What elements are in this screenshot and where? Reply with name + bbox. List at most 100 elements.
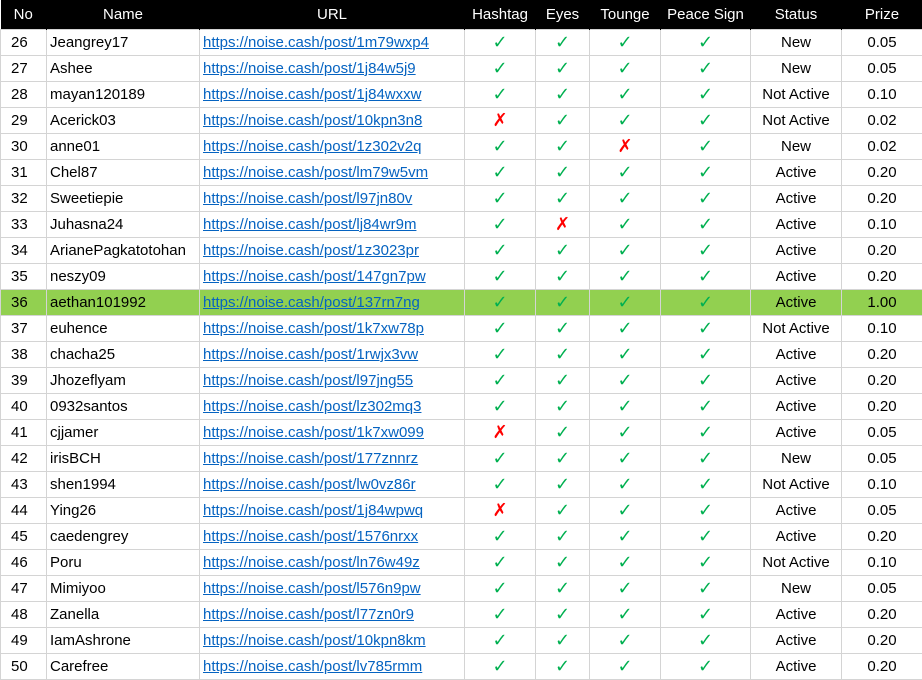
- cell-prize: 0.02: [842, 134, 922, 160]
- cell-hashtag: ✓: [465, 212, 536, 238]
- post-link[interactable]: https://noise.cash/post/1j84wxxw: [203, 86, 421, 103]
- cell-tounge: ✓: [590, 82, 661, 108]
- table-row: 30anne01https://noise.cash/post/1z302v2q…: [1, 134, 922, 160]
- cell-prize: 0.10: [842, 472, 922, 498]
- cell-peace-sign: ✓: [661, 446, 751, 472]
- cell-tounge: ✓: [590, 238, 661, 264]
- check-icon: ✓: [492, 552, 507, 572]
- post-link[interactable]: https://noise.cash/post/147gn7pw: [203, 268, 426, 285]
- post-link[interactable]: https://noise.cash/post/lm79w5vm: [203, 164, 428, 181]
- check-icon: ✓: [555, 630, 570, 650]
- cell-eyes: ✓: [536, 394, 590, 420]
- cell-no: 30: [1, 134, 47, 160]
- cell-status: Active: [751, 654, 842, 680]
- cell-tounge: ✓: [590, 264, 661, 290]
- cell-no: 44: [1, 498, 47, 524]
- header-peace-sign: Peace Sign: [661, 0, 751, 30]
- cell-hashtag: ✓: [465, 524, 536, 550]
- post-link[interactable]: https://noise.cash/post/1j84wpwq: [203, 502, 423, 519]
- check-icon: ✓: [555, 474, 570, 494]
- post-link[interactable]: https://noise.cash/post/lz302mq3: [203, 398, 421, 415]
- cell-url: https://noise.cash/post/1m79wxp4: [200, 30, 465, 56]
- table-row: 37euhencehttps://noise.cash/post/1k7xw78…: [1, 316, 922, 342]
- cell-name: Poru: [47, 550, 200, 576]
- cell-prize: 0.05: [842, 446, 922, 472]
- post-link[interactable]: https://noise.cash/post/ln76w49z: [203, 554, 420, 571]
- check-icon: ✓: [555, 110, 570, 130]
- table-row: 48Zanellahttps://noise.cash/post/l77zn0r…: [1, 602, 922, 628]
- cross-icon: ✗: [492, 110, 507, 130]
- cell-hashtag: ✗: [465, 498, 536, 524]
- cell-tounge: ✓: [590, 30, 661, 56]
- check-icon: ✓: [617, 604, 632, 624]
- post-link[interactable]: https://noise.cash/post/1z3023pr: [203, 242, 419, 259]
- post-link[interactable]: https://noise.cash/post/l97jn80v: [203, 190, 412, 207]
- post-link[interactable]: https://noise.cash/post/10kpn3n8: [203, 112, 422, 129]
- post-link[interactable]: https://noise.cash/post/1rwjx3vw: [203, 346, 418, 363]
- post-link[interactable]: https://noise.cash/post/1z302v2q: [203, 138, 421, 155]
- table-row: 44Ying26https://noise.cash/post/1j84wpwq…: [1, 498, 922, 524]
- header-tounge: Tounge: [590, 0, 661, 30]
- cell-prize: 0.20: [842, 628, 922, 654]
- cell-name: IamAshrone: [47, 628, 200, 654]
- check-icon: ✓: [617, 292, 632, 312]
- check-icon: ✓: [555, 266, 570, 286]
- check-icon: ✓: [492, 656, 507, 676]
- cell-peace-sign: ✓: [661, 108, 751, 134]
- post-link[interactable]: https://noise.cash/post/l77zn0r9: [203, 606, 414, 623]
- cell-name: neszy09: [47, 264, 200, 290]
- post-link[interactable]: https://noise.cash/post/1j84w5j9: [203, 60, 416, 77]
- cell-peace-sign: ✓: [661, 602, 751, 628]
- post-link[interactable]: https://noise.cash/post/10kpn8km: [203, 632, 426, 649]
- table-row: 35neszy09https://noise.cash/post/147gn7p…: [1, 264, 922, 290]
- check-icon: ✓: [492, 578, 507, 598]
- cell-tounge: ✓: [590, 186, 661, 212]
- post-link[interactable]: https://noise.cash/post/1k7xw78p: [203, 320, 424, 337]
- cell-peace-sign: ✓: [661, 290, 751, 316]
- table-row: 47Mimiyoohttps://noise.cash/post/l576n9p…: [1, 576, 922, 602]
- header-status: Status: [751, 0, 842, 30]
- check-icon: ✓: [555, 500, 570, 520]
- check-icon: ✓: [698, 578, 713, 598]
- check-icon: ✓: [492, 604, 507, 624]
- check-icon: ✓: [492, 630, 507, 650]
- cell-url: https://noise.cash/post/1j84wpwq: [200, 498, 465, 524]
- post-link[interactable]: https://noise.cash/post/177znnrz: [203, 450, 418, 467]
- cell-tounge: ✓: [590, 290, 661, 316]
- cell-tounge: ✓: [590, 108, 661, 134]
- post-link[interactable]: https://noise.cash/post/137rn7ng: [203, 294, 420, 311]
- cell-eyes: ✗: [536, 212, 590, 238]
- post-link[interactable]: https://noise.cash/post/lw0vz86r: [203, 476, 416, 493]
- cell-no: 29: [1, 108, 47, 134]
- cell-prize: 0.05: [842, 56, 922, 82]
- cell-tounge: ✓: [590, 56, 661, 82]
- check-icon: ✓: [555, 656, 570, 676]
- check-icon: ✓: [492, 240, 507, 260]
- post-link[interactable]: https://noise.cash/post/lv785rmm: [203, 658, 422, 675]
- cell-no: 36: [1, 290, 47, 316]
- cell-peace-sign: ✓: [661, 264, 751, 290]
- cell-eyes: ✓: [536, 186, 590, 212]
- cell-eyes: ✓: [536, 628, 590, 654]
- check-icon: ✓: [555, 318, 570, 338]
- post-link[interactable]: https://noise.cash/post/1m79wxp4: [203, 34, 429, 51]
- table-row: 39Jhozeflyamhttps://noise.cash/post/l97j…: [1, 368, 922, 394]
- post-link[interactable]: https://noise.cash/post/l97jng55: [203, 372, 413, 389]
- post-link[interactable]: https://noise.cash/post/l576n9pw: [203, 580, 421, 597]
- check-icon: ✓: [555, 526, 570, 546]
- post-link[interactable]: https://noise.cash/post/1k7xw099: [203, 424, 424, 441]
- table-row: 32Sweetiepiehttps://noise.cash/post/l97j…: [1, 186, 922, 212]
- cell-prize: 0.05: [842, 420, 922, 446]
- cell-tounge: ✓: [590, 446, 661, 472]
- cell-hashtag: ✓: [465, 134, 536, 160]
- cell-url: https://noise.cash/post/1rwjx3vw: [200, 342, 465, 368]
- cell-name: aethan101992: [47, 290, 200, 316]
- cell-hashtag: ✓: [465, 30, 536, 56]
- table-row: 27Asheehttps://noise.cash/post/1j84w5j9✓…: [1, 56, 922, 82]
- post-link[interactable]: https://noise.cash/post/1576nrxx: [203, 528, 418, 545]
- cell-eyes: ✓: [536, 602, 590, 628]
- check-icon: ✓: [617, 552, 632, 572]
- post-link[interactable]: https://noise.cash/post/lj84wr9m: [203, 216, 416, 233]
- cell-peace-sign: ✓: [661, 654, 751, 680]
- check-icon: ✓: [555, 604, 570, 624]
